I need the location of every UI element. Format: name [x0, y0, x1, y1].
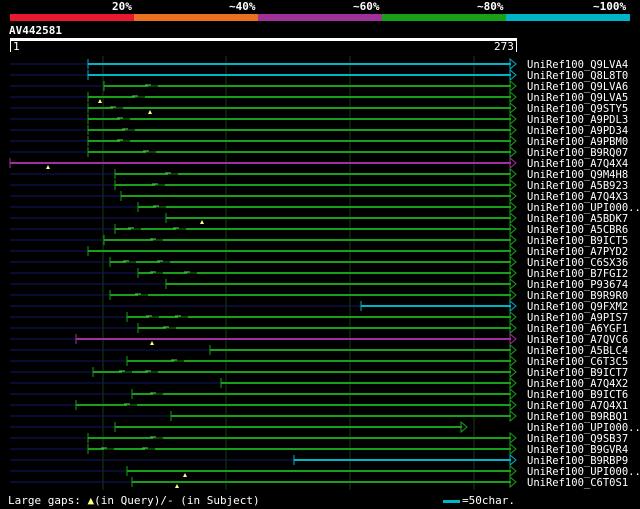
gap-marker-icon [200, 220, 204, 224]
gap-marker-icon [150, 341, 154, 345]
gap-marker-icon [175, 484, 179, 488]
legend-scale-swatch [443, 499, 460, 503]
legend-gaps: Large gaps: ▲(in Query)/- (in Subject) [8, 494, 260, 507]
hit-alignment-map: UniRef100_Q9LVA4UniRef100_Q8L8T0UniRef10… [9, 56, 640, 490]
legend-scale-text: =50char. [462, 494, 515, 507]
legend-gaps-prefix: Large gaps: [8, 494, 88, 507]
legend-gaps-text: (in Query)/- (in Subject) [94, 494, 260, 507]
gap-marker-icon [183, 473, 187, 477]
legend-scale: =50char. [443, 494, 515, 507]
gap-marker-icon [148, 110, 152, 114]
gap-marker-icon [46, 165, 50, 169]
hit-label: UniRef100_C6T0S1 [527, 477, 628, 489]
gap-marker-icon [98, 99, 102, 103]
